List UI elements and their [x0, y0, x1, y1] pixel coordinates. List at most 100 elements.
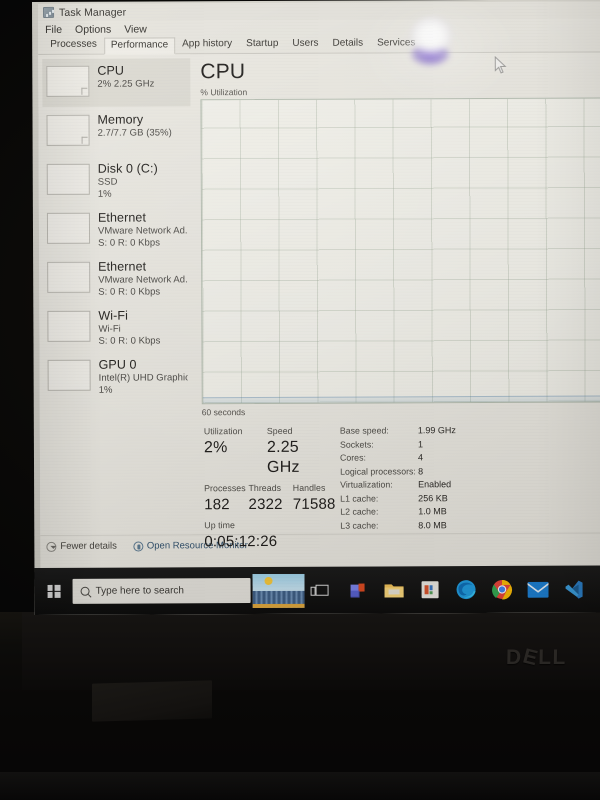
fewer-details-label: Fewer details [60, 540, 117, 552]
photo-of-laptop: DELL Task Manager File Options View Proc… [0, 0, 600, 800]
laptop-screen: Task Manager File Options View Processes… [32, 0, 600, 615]
spec-row-virtualization: Virtualization: Enabled [340, 478, 480, 492]
cpu-utilization-graph [200, 97, 600, 405]
wifi-thumbnail-graph [47, 310, 91, 342]
processes-value: 182 [204, 496, 230, 514]
sidebar-item-label: Ethernet [98, 259, 147, 274]
spec-row-l1-cache: L1 cache: 256 KB [340, 492, 480, 506]
tab-startup[interactable]: Startup [239, 36, 285, 53]
utilization-label: Utilization [203, 426, 243, 437]
spec-value: 256 KB [418, 492, 448, 503]
news-and-interests-widget[interactable] [252, 573, 305, 608]
tab-performance[interactable]: Performance [103, 37, 176, 55]
tab-users[interactable]: Users [285, 36, 325, 53]
tab-details[interactable]: Details [325, 36, 370, 53]
spec-key: L3 cache: [340, 519, 379, 531]
cpu-detail-panel: CPU % Utilization 60 seconds Utilization… [190, 53, 600, 550]
menu-file[interactable]: File [45, 24, 62, 36]
task-manager-window: Task Manager File Options View Processes… [38, 1, 600, 568]
spec-key: Base speed: [339, 425, 389, 436]
spec-key: Logical processors: [340, 465, 416, 477]
spec-row-logical-processors: Logical processors: 8 [340, 465, 480, 479]
sidebar-item-disk-0[interactable]: Disk 0 (C:) SSD 1% [43, 156, 191, 205]
spec-value: 8.0 MB [418, 519, 447, 530]
performance-sidebar: CPU 2% 2.25 GHz Memory 2.7/7.7 GB (35%) [38, 54, 193, 535]
sidebar-item-gpu-0[interactable]: GPU 0 Intel(R) UHD Graphic... 1% [44, 352, 192, 401]
sidebar-item-cpu[interactable]: CPU 2% 2.25 GHz [42, 58, 191, 107]
windows-taskbar: Type here to search [34, 565, 600, 615]
graph-time-axis: 60 seconds [202, 406, 600, 417]
sidebar-item-sub1: 2% 2.25 GHz [97, 78, 155, 90]
sidebar-item-sub1: 2.7/7.7 GB (35%) [97, 127, 172, 139]
taskbar-app-icons: Ai A [340, 572, 600, 608]
dell-brand-logo: DELL [505, 644, 568, 671]
spec-value: 1.0 MB [418, 506, 447, 517]
sidebar-item-sub2: S: 0 R: 0 Kbps [98, 236, 161, 249]
sidebar-item-ethernet-1[interactable]: Ethernet VMware Network Ad... S: 0 R: 0 … [43, 205, 191, 254]
graph-axis-label: % Utilization [200, 87, 248, 98]
sidebar-item-wifi[interactable]: Wi-Fi Wi-Fi S: 0 R: 0 Kbps [43, 303, 191, 352]
tab-services[interactable]: Services [370, 35, 422, 52]
chevron-up-icon [46, 541, 57, 552]
sidebar-item-sub1: Wi-Fi [98, 323, 121, 335]
taskbar-icon-microsoft-edge[interactable] [448, 573, 482, 607]
sidebar-item-label: Ethernet [97, 210, 147, 225]
search-input[interactable]: Type here to search [72, 578, 251, 604]
sidebar-item-sub1: VMware Network Ad... [97, 225, 188, 237]
sidebar-item-label: CPU [97, 63, 125, 78]
window-title: Task Manager [59, 6, 127, 19]
sidebar-item-sub2: 1% [98, 384, 113, 396]
taskbar-icon-file-explorer[interactable] [376, 573, 410, 607]
spec-row-cores: Cores: 4 [340, 451, 480, 465]
threads-value: 2322 [248, 495, 283, 514]
desk-surface [0, 772, 600, 800]
sidebar-item-memory[interactable]: Memory 2.7/7.7 GB (35%) [42, 107, 190, 156]
taskbar-icon-microsoft-teams[interactable] [340, 573, 374, 607]
start-button[interactable] [35, 584, 73, 598]
cpu-usage-trace [202, 395, 600, 404]
spec-key: Cores: [339, 452, 366, 463]
handles-value: 71588 [292, 495, 336, 513]
fewer-details-button[interactable]: Fewer details [46, 541, 117, 552]
sidebar-item-sub2: S: 0 R: 0 Kbps [98, 285, 161, 298]
window-body: CPU 2% 2.25 GHz Memory 2.7/7.7 GB (35%) [38, 52, 600, 550]
resource-monitor-icon [132, 541, 143, 552]
uptime-label: Up time [204, 520, 235, 531]
spec-value: 1 [417, 438, 423, 449]
tab-processes[interactable]: Processes [43, 37, 104, 54]
handles-label: Handles [292, 482, 326, 493]
sidebar-item-label: Wi-Fi [98, 308, 129, 323]
spec-key: Sockets: [339, 439, 374, 450]
page-title: CPU [200, 60, 246, 84]
spec-value: Enabled [418, 479, 452, 490]
taskbar-icon-mail[interactable] [520, 572, 554, 606]
spec-row-sockets: Sockets: 1 [340, 438, 480, 452]
speed-value: 2.25 GHz [266, 438, 300, 476]
sidebar-item-ethernet-2[interactable]: Ethernet VMware Network Ad... S: 0 R: 0 … [43, 254, 191, 303]
menu-view[interactable]: View [124, 23, 147, 35]
threads-label: Threads [248, 482, 282, 494]
windows-start-icon [47, 584, 61, 598]
taskbar-icon-microsoft-store[interactable] [412, 573, 446, 607]
spec-value: 1.99 GHz [417, 425, 456, 436]
spec-value: 8 [418, 465, 424, 476]
cpu-stats-left: Utilization 2% Speed 2.25 GHz Processes … [204, 425, 338, 557]
cpu-thumbnail-graph [46, 65, 90, 97]
sidebar-item-sub1: VMware Network Ad... [98, 274, 188, 286]
menu-options[interactable]: Options [75, 24, 111, 36]
memory-thumbnail-graph [46, 114, 90, 146]
ethernet-thumbnail-graph [46, 212, 91, 244]
sidebar-item-label: Memory [97, 112, 144, 127]
sidebar-item-sub1: Intel(R) UHD Graphic... [98, 372, 188, 384]
tab-app-history[interactable]: App history [175, 36, 239, 53]
taskbar-icon-vs-code[interactable] [556, 572, 590, 606]
taskbar-icon-blender[interactable] [592, 572, 600, 606]
spec-key: L1 cache: [340, 492, 379, 504]
spec-row-base-speed: Base speed: 1.99 GHz [340, 424, 480, 438]
disk-thumbnail-graph [46, 163, 90, 195]
sidebar-item-label: GPU 0 [98, 357, 137, 372]
sidebar-item-sub1: SSD [97, 176, 118, 188]
task-view-button[interactable] [305, 584, 339, 596]
spec-row-l2-cache: L2 cache: 1.0 MB [340, 505, 480, 519]
taskbar-icon-google-chrome[interactable] [484, 572, 518, 606]
